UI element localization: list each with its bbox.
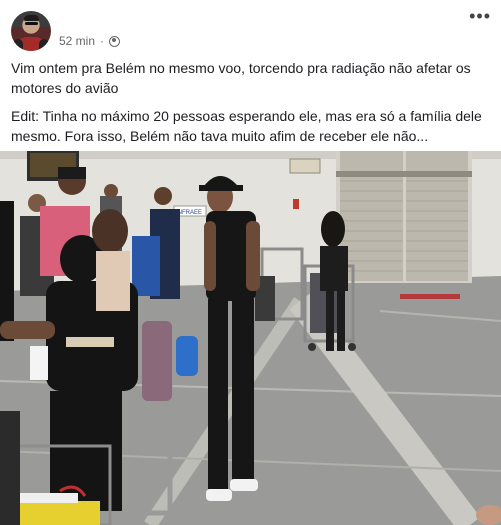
feed-post: 52 min · ••• Vim ontem pra Belém no mesm… — [0, 0, 501, 525]
post-text: Vim ontem pra Belém no mesmo voo, torcen… — [11, 58, 491, 154]
meta-separator: · — [100, 34, 105, 48]
post-header: 52 min · ••• — [0, 0, 501, 54]
post-paragraph-1: Vim ontem pra Belém no mesmo voo, torcen… — [11, 60, 471, 96]
avatar-jacket-right — [39, 39, 49, 51]
post-photo[interactable]: INFRAEE — [0, 151, 501, 525]
avatar-jacket-left — [13, 39, 23, 51]
avatar-hair — [24, 15, 39, 21]
airport-photo: INFRAEE — [0, 151, 501, 525]
avatar-glasses — [25, 22, 38, 25]
globe-icon[interactable] — [109, 35, 121, 47]
post-paragraph-2: Edit: Tinha no máximo 20 pessoas esperan… — [11, 108, 482, 144]
post-meta: 52 min · — [59, 34, 121, 48]
post-timestamp[interactable]: 52 min — [59, 34, 95, 48]
more-options-icon[interactable]: ••• — [469, 6, 491, 26]
author-avatar[interactable] — [11, 11, 51, 51]
